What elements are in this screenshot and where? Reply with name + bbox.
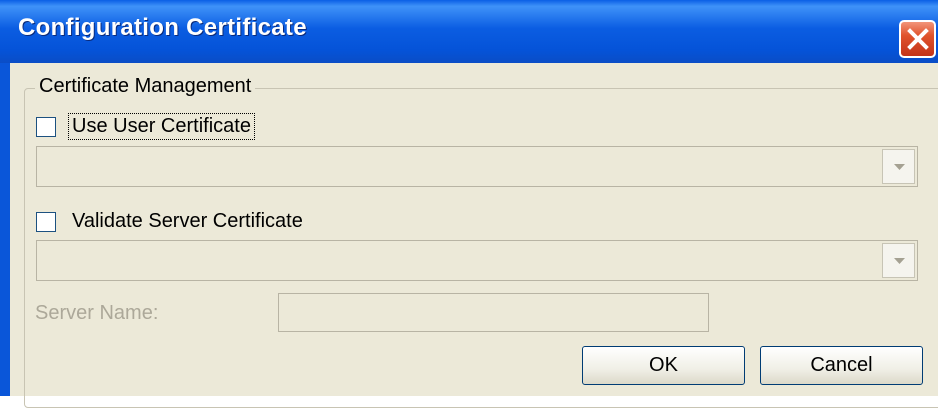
ok-button[interactable]: OK	[582, 346, 745, 385]
validate-server-certificate-label[interactable]: Validate Server Certificate	[70, 210, 305, 233]
window-frame	[0, 63, 10, 396]
close-button[interactable]	[899, 20, 936, 58]
close-icon	[907, 28, 929, 50]
user-certificate-dropdown-button[interactable]	[882, 149, 915, 184]
title-bar[interactable]: Configuration Certificate	[0, 0, 938, 63]
use-user-certificate-row[interactable]: Use User Certificate	[36, 113, 255, 140]
cancel-button[interactable]: Cancel	[760, 346, 923, 385]
use-user-certificate-checkbox[interactable]	[36, 116, 56, 137]
validate-server-certificate-row[interactable]: Validate Server Certificate	[36, 210, 305, 233]
window-title: Configuration Certificate	[18, 14, 307, 41]
user-certificate-select[interactable]	[36, 146, 918, 187]
server-name-input[interactable]	[278, 293, 709, 332]
server-certificate-select[interactable]	[36, 240, 918, 281]
chevron-down-icon	[894, 164, 905, 170]
use-user-certificate-label[interactable]: Use User Certificate	[68, 113, 255, 140]
group-title: Certificate Management	[35, 75, 256, 98]
validate-server-certificate-checkbox[interactable]	[36, 211, 56, 232]
chevron-down-icon	[894, 258, 905, 264]
dialog-body: Certificate Management Use User Certific…	[10, 63, 938, 408]
server-certificate-dropdown-button[interactable]	[882, 243, 915, 278]
server-name-label: Server Name:	[35, 302, 159, 324]
